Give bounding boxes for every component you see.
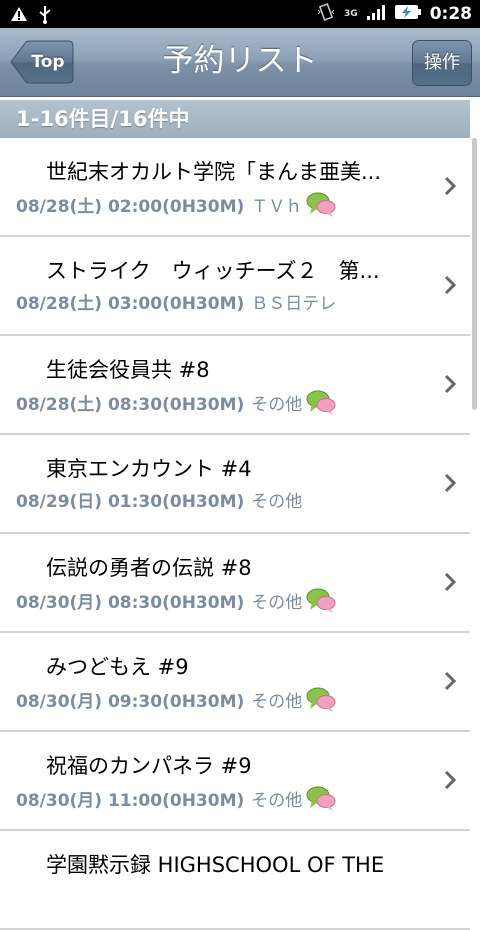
program-datetime: 08/29(日) 01:30(0H30M): [16, 492, 245, 512]
list-item[interactable]: 東京エンカウント #4 08/29(日) 01:30(0H30M) その他: [0, 435, 470, 534]
warning-icon: [10, 6, 28, 26]
operation-button[interactable]: 操作: [412, 40, 472, 86]
program-channel: その他: [251, 394, 303, 415]
scrollbar[interactable]: [472, 138, 477, 410]
battery-charging-icon: [394, 3, 422, 25]
chevron-right-icon: [444, 572, 456, 592]
list-item[interactable]: みつどもえ #9 08/30(月) 09:30(0H30M) その他: [0, 633, 470, 732]
program-datetime: 08/28(土) 03:00(0H30M): [16, 294, 245, 314]
program-channel: その他: [251, 691, 303, 712]
program-title: 伝説の勇者の伝説 #8: [46, 556, 252, 580]
chevron-right-icon: [444, 176, 456, 196]
program-meta: 08/30(月) 11:00(0H30M) その他: [16, 784, 336, 812]
list-item[interactable]: 伝説の勇者の伝説 #8 08/30(月) 08:30(0H30M) その他: [0, 534, 470, 633]
chevron-right-icon: [444, 473, 456, 493]
chevron-right-icon: [444, 374, 456, 394]
program-title: 世紀末オカルト学院「まんま亜美...: [46, 160, 382, 184]
program-title: みつどもえ #9: [46, 655, 189, 679]
back-button-label: Top: [31, 52, 65, 72]
list-count-header: 1-16件目/16件中: [0, 100, 470, 138]
reservation-list: 世紀末オカルト学院「まんま亜美... 08/28(土) 02:00(0H30M)…: [0, 138, 470, 930]
program-datetime: 08/28(土) 02:00(0H30M): [16, 196, 245, 217]
program-meta: 08/29(日) 01:30(0H30M) その他: [16, 487, 302, 512]
list-item[interactable]: 世紀末オカルト学院「まんま亜美... 08/28(土) 02:00(0H30M)…: [0, 138, 470, 237]
program-channel: その他: [251, 790, 303, 811]
comment-icon: [306, 192, 336, 217]
program-meta: 08/28(土) 02:00(0H30M) ＴＶｈ: [16, 190, 336, 218]
program-channel: その他: [251, 592, 303, 613]
comment-icon: [306, 390, 336, 415]
program-datetime: 08/30(月) 09:30(0H30M): [16, 691, 245, 712]
vibrate-icon: [316, 2, 336, 26]
program-datetime: 08/30(月) 11:00(0H30M): [16, 790, 245, 811]
program-title: 東京エンカウント #4: [46, 457, 252, 481]
program-meta: 08/30(月) 08:30(0H30M) その他: [16, 586, 336, 614]
back-button[interactable]: Top: [10, 40, 74, 84]
program-meta: 08/28(土) 03:00(0H30M) ＢＳ日テレ: [16, 289, 336, 314]
chevron-right-icon: [444, 275, 456, 295]
program-meta: 08/30(月) 09:30(0H30M) その他: [16, 685, 336, 713]
program-channel: ＢＳ日テレ: [251, 294, 337, 314]
list-item[interactable]: 祝福のカンパネラ #9 08/30(月) 11:00(0H30M) その他: [0, 732, 470, 831]
program-datetime: 08/28(土) 08:30(0H30M): [16, 394, 245, 415]
chevron-right-icon: [444, 671, 456, 691]
comment-icon: [306, 687, 336, 712]
signal-icon: [366, 4, 386, 24]
program-title: 生徒会役員共 #8: [46, 358, 210, 382]
status-bar: 3G 0:28: [0, 0, 480, 28]
program-title: ストライク ウィッチーズ２ 第...: [46, 259, 380, 283]
list-item[interactable]: ストライク ウィッチーズ２ 第... 08/28(土) 03:00(0H30M)…: [0, 237, 470, 336]
list-item[interactable]: 学園黙示録 HIGHSCHOOL OF THE: [0, 831, 470, 930]
program-channel: ＴＶｈ: [251, 196, 303, 217]
clock: 0:28: [429, 4, 472, 24]
usb-icon: [38, 4, 52, 28]
comment-icon: [306, 786, 336, 811]
program-meta: 08/28(土) 08:30(0H30M) その他: [16, 388, 336, 416]
chevron-right-icon: [444, 770, 456, 790]
program-channel: その他: [251, 492, 303, 512]
program-title: 祝福のカンパネラ #9: [46, 754, 252, 778]
program-datetime: 08/30(月) 08:30(0H30M): [16, 592, 245, 613]
comment-icon: [306, 588, 336, 613]
network-type: 3G: [344, 8, 358, 19]
title-bar: 予約リスト Top 操作: [0, 28, 480, 97]
list-item[interactable]: 生徒会役員共 #8 08/28(土) 08:30(0H30M) その他: [0, 336, 470, 435]
